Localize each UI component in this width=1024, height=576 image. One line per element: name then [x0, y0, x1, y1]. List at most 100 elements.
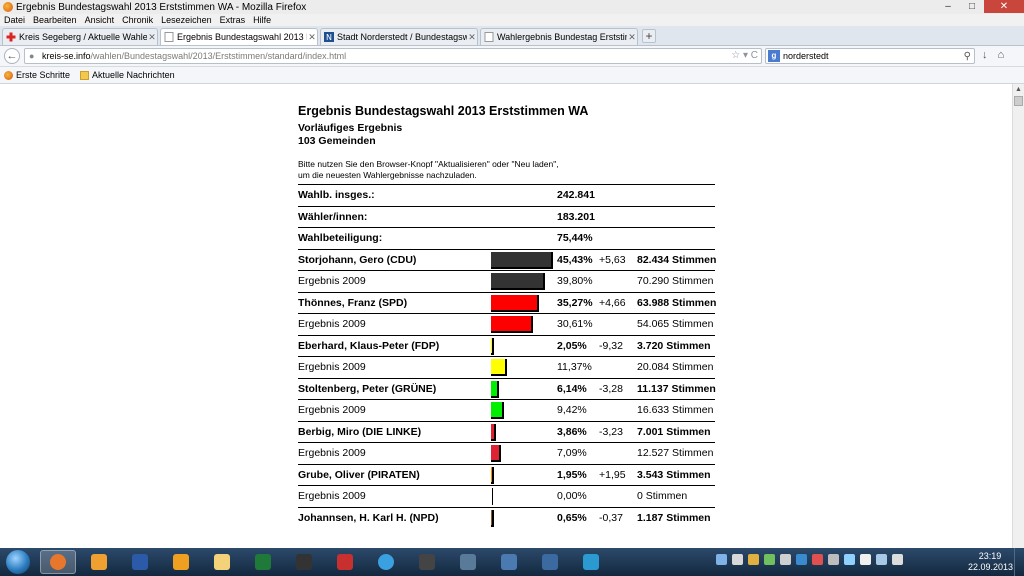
result-2009-label: Ergebnis 2009 [298, 490, 366, 502]
menu-ansicht[interactable]: Ansicht [81, 14, 119, 26]
summary-value: 242.841 [557, 189, 595, 201]
taskbar-app-button[interactable] [450, 550, 486, 574]
show-desktop-button[interactable] [1014, 548, 1024, 576]
result-2009-label: Ergebnis 2009 [298, 361, 366, 373]
candidate-row: Johannsen, H. Karl H. (NPD) 0,65% -0,37 1.1… [298, 506, 715, 529]
bookmark-erste-schritte[interactable]: Erste Schritte [4, 70, 70, 80]
menu-hilfe[interactable]: Hilfe [249, 14, 275, 26]
vote-count: 16.633 Stimmen [637, 404, 714, 416]
taskbar-firefox-button[interactable] [40, 550, 76, 574]
candidate-row: Stoltenberg, Peter (GRÜNE) 6,14% -3,28 11.1… [298, 377, 716, 400]
taskbar-app-button[interactable] [491, 550, 527, 574]
close-tab-icon[interactable]: ✕ [467, 32, 477, 43]
candidate-name: Berbig, Miro (DIE LINKE) [298, 425, 422, 438]
excel-icon [255, 554, 271, 570]
back-button[interactable]: ← [4, 48, 20, 64]
menu-chronik[interactable]: Chronik [118, 14, 157, 26]
svg-text:N: N [326, 33, 332, 42]
minimize-button[interactable]: – [936, 0, 960, 13]
tab-kreis-segeberg[interactable]: Kreis Segeberg / Aktuelle Wahlergebn... … [2, 28, 158, 45]
taskbar-app-button[interactable] [532, 550, 568, 574]
download-icon[interactable]: ↓ [982, 49, 988, 61]
tray-app-icon[interactable] [796, 554, 807, 565]
vote-percentage: 7,09% [557, 447, 587, 459]
menu-extras[interactable]: Extras [216, 14, 250, 26]
bookmark-star-icon[interactable]: ☆ ▾ C [731, 50, 758, 61]
taskbar-excel-button[interactable] [245, 550, 281, 574]
vote-percentage: 30,61% [557, 318, 593, 330]
close-tab-icon[interactable]: ✕ [627, 32, 637, 43]
tray-app-icon[interactable] [716, 554, 727, 565]
bookmark-aktuelle-nachrichten[interactable]: Aktuelle Nachrichten [80, 70, 175, 80]
taskbar-app-button[interactable] [327, 550, 363, 574]
tab-stadt-norderstedt[interactable]: N Stadt Norderstedt / Bundestagswahl ...… [320, 28, 478, 45]
close-tab-icon[interactable]: ✕ [307, 32, 317, 43]
volume-icon[interactable] [892, 554, 903, 565]
network-icon[interactable] [876, 554, 887, 565]
taskbar-outlook-button[interactable] [81, 550, 117, 574]
result-2009-row: Ergebnis 2009 9,42% 16.633 Stimmen [298, 399, 715, 421]
google-icon[interactable]: g [768, 50, 780, 62]
vote-percentage: 6,14% [557, 382, 587, 395]
tray-app-icon[interactable] [812, 554, 823, 565]
tab-wahlergebnis-bundestag[interactable]: Wahlergebnis Bundestag Erststimme ... ✕ [480, 28, 638, 45]
menu-lesezeichen[interactable]: Lesezeichen [157, 14, 216, 26]
taskbar-chrome-button[interactable] [368, 550, 404, 574]
search-box[interactable]: g norderstedt ⚲ [765, 48, 975, 64]
close-tab-icon[interactable]: ✕ [147, 32, 157, 43]
tab-label: Stadt Norderstedt / Bundestagswahl ... [337, 32, 467, 42]
close-window-button[interactable]: ✕ [984, 0, 1024, 13]
address-bar[interactable]: ● kreis-se.info/wahlen/Bundestagswahl/20… [24, 48, 762, 64]
clock-time: 23:19 [978, 551, 1002, 561]
new-tab-button[interactable]: + [642, 29, 656, 43]
vote-share-bar [491, 402, 504, 419]
candidate-row: Eberhard, Klaus-Peter (FDP) 2,05% -9,32 3.7… [298, 334, 715, 357]
tray-app-icon[interactable] [732, 554, 743, 565]
vote-percentage: 9,42% [557, 404, 587, 416]
page-favicon [164, 32, 174, 42]
search-input[interactable]: norderstedt [783, 51, 964, 61]
tray-app-icon[interactable] [764, 554, 775, 565]
tray-app-icon[interactable] [748, 554, 759, 565]
window-title: Ergebnis Bundestagswahl 2013 Erststimmen… [16, 1, 307, 13]
candidate-name: Grube, Oliver (PIRATEN) [298, 468, 420, 481]
scrollbar-thumb[interactable] [1014, 96, 1023, 106]
firefox-icon [4, 70, 13, 80]
home-icon[interactable]: ⌂ [998, 49, 1005, 61]
taskbar-word-button[interactable] [122, 550, 158, 574]
taskbar-app-button[interactable] [286, 550, 322, 574]
taskbar-media-player-button[interactable] [163, 550, 199, 574]
app-icon [501, 554, 517, 570]
flag-icon[interactable] [860, 554, 871, 565]
vote-share-bar [491, 251, 553, 269]
scroll-up-arrow-icon[interactable]: ▲ [1013, 84, 1024, 95]
tray-app-icon[interactable] [780, 554, 791, 565]
menu-bearbeiten[interactable]: Bearbeiten [29, 14, 81, 26]
vote-share-bar [491, 423, 497, 441]
vote-percentage: 11,37% [557, 361, 592, 373]
vertical-scrollbar[interactable]: ▲ [1012, 84, 1024, 548]
bookmark-label: Aktuelle Nachrichten [92, 70, 175, 80]
maximize-button[interactable]: □ [960, 0, 984, 13]
page-favicon [484, 32, 494, 42]
search-icon[interactable]: ⚲ [964, 51, 971, 62]
vote-share-bar [491, 509, 494, 527]
summary-label: Wahlb. insges.: [298, 189, 375, 201]
vote-share-bar [491, 337, 494, 355]
taskbar-clock[interactable]: 23:19 22.09.2013 [968, 551, 1013, 573]
taskbar-explorer-button[interactable] [204, 550, 240, 574]
candidate-name: Eberhard, Klaus-Peter (FDP) [298, 339, 440, 352]
taskbar-app-button[interactable] [409, 550, 445, 574]
menu-datei[interactable]: Datei [0, 14, 29, 26]
candidate-name: Stoltenberg, Peter (GRÜNE) [298, 382, 437, 395]
system-tray [716, 554, 903, 565]
tab-ergebnis-bundestagswahl[interactable]: Ergebnis Bundestagswahl 2013 Erstst... ✕ [160, 28, 318, 45]
result-2009-row: Ergebnis 2009 7,09% 12.527 Stimmen [298, 442, 715, 464]
page-content: Ergebnis Bundestagswahl 2013 Erststimmen… [0, 84, 1012, 548]
tray-app-icon[interactable] [844, 554, 855, 565]
summary-row-wahlbeteiligung: Wahlbeteiligung: 75,44% [298, 227, 715, 249]
tray-app-icon[interactable] [828, 554, 839, 565]
taskbar-app-button[interactable] [573, 550, 609, 574]
start-button[interactable] [6, 550, 30, 574]
vote-share-bar [491, 466, 494, 484]
